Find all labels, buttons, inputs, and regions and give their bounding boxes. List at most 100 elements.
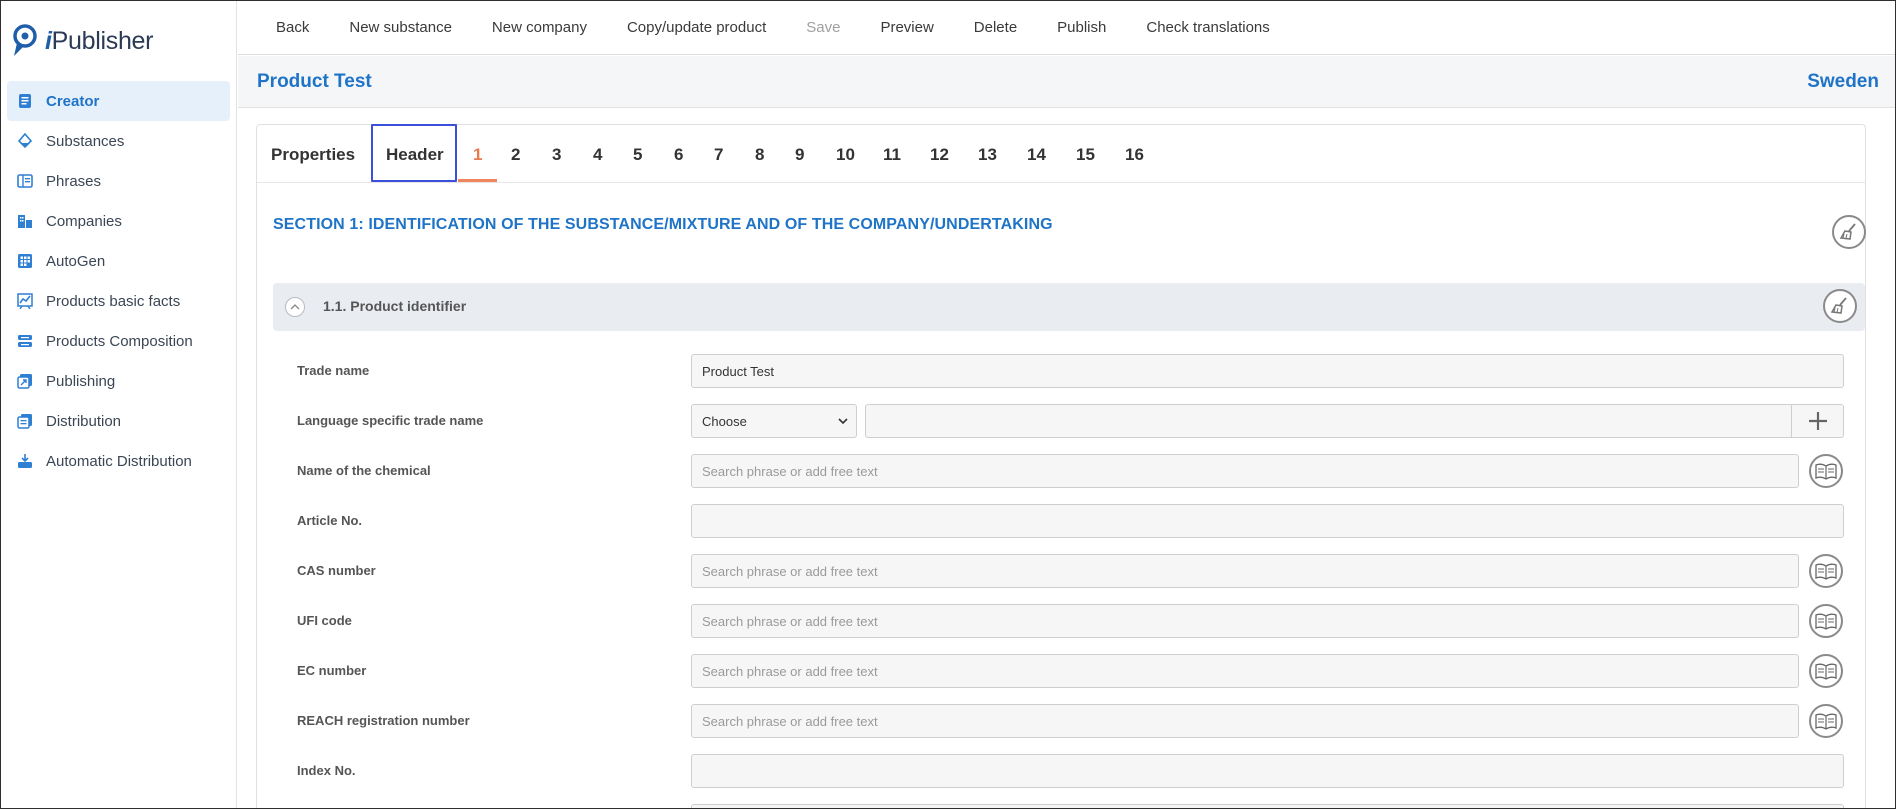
phrase-search-button[interactable] (1809, 704, 1843, 738)
ec-number-label: EC number (297, 663, 367, 678)
chemical-name-label: Name of the chemical (297, 463, 431, 478)
chemical-name-input[interactable] (691, 454, 1799, 488)
publishing-icon (17, 373, 33, 389)
language-select[interactable]: Choose (691, 404, 857, 438)
add-language-button[interactable] (1791, 405, 1843, 437)
companies-icon (17, 213, 33, 229)
subsection-header: 1.1. Product identifier (273, 283, 1865, 331)
sidebar-item-automatic-distribution[interactable]: Automatic Distribution (7, 441, 230, 481)
tab-section-3[interactable]: 3 (552, 145, 561, 165)
tab-section-9[interactable]: 9 (795, 145, 804, 165)
sidebar: iPublisher Creator Substances Phrases Co… (1, 1, 237, 808)
tab-section-13[interactable]: 13 (978, 145, 997, 165)
language-trade-name-row: Language specific trade name Choose (297, 404, 1865, 438)
ufi-code-row: UFI code (297, 604, 1865, 638)
phrase-book-icon (1815, 663, 1837, 680)
back-button[interactable]: Back (276, 19, 309, 36)
broom-icon (1830, 297, 1847, 314)
active-tab-indicator (458, 179, 497, 182)
sidebar-item-label: Substances (46, 132, 125, 150)
phrase-search-button[interactable] (1809, 454, 1843, 488)
article-no-row: Article No. (297, 504, 1865, 538)
sidebar-item-label: Automatic Distribution (46, 452, 192, 470)
tab-section-12[interactable]: 12 (930, 145, 949, 165)
tab-section-6[interactable]: 6 (674, 145, 683, 165)
preview-button[interactable]: Preview (880, 19, 933, 36)
sidebar-item-autogen[interactable]: AutoGen (7, 241, 230, 281)
clear-subsection-button[interactable] (1823, 289, 1857, 323)
save-button[interactable]: Save (806, 19, 840, 36)
phrase-search-button[interactable] (1809, 554, 1843, 588)
logo-icon (13, 24, 37, 56)
ec-number-row: EC number (297, 654, 1865, 688)
trade-name-label: Trade name (297, 363, 370, 378)
sidebar-item-phrases[interactable]: Phrases (7, 161, 230, 201)
new-substance-button[interactable]: New substance (349, 19, 452, 36)
broom-icon (1839, 223, 1856, 240)
sidebar-item-creator[interactable]: Creator (7, 81, 230, 121)
sidebar-item-publishing[interactable]: Publishing (7, 361, 230, 401)
sidebar-item-products-basic-facts[interactable]: Products basic facts (7, 281, 230, 321)
tab-section-1[interactable]: 1 (473, 145, 482, 165)
sidebar-item-substances[interactable]: Substances (7, 121, 230, 161)
clear-section-button[interactable] (1832, 215, 1866, 249)
plus-icon (1808, 412, 1827, 430)
tab-section-2[interactable]: 2 (511, 145, 520, 165)
new-company-button[interactable]: New company (492, 19, 587, 36)
chevron-up-icon (290, 304, 300, 310)
autogen-icon (17, 253, 33, 269)
index-no-row: Index No. (297, 754, 1865, 788)
tab-properties[interactable]: Properties (271, 145, 355, 165)
trade-name-row: Trade name (297, 354, 1865, 388)
next-field[interactable] (691, 804, 1844, 808)
sidebar-item-distribution[interactable]: Distribution (7, 401, 230, 441)
tab-section-4[interactable]: 4 (593, 145, 602, 165)
cas-number-input[interactable] (691, 554, 1799, 588)
check-translations-button[interactable]: Check translations (1146, 19, 1269, 36)
sidebar-item-companies[interactable]: Companies (7, 201, 230, 241)
copy-update-product-button[interactable]: Copy/update product (627, 19, 766, 36)
sidebar-item-label: AutoGen (46, 252, 106, 270)
index-no-label: Index No. (297, 763, 356, 778)
index-no-field[interactable] (691, 754, 1844, 788)
header-tab-highlight (371, 124, 457, 182)
app-window: iPublisher Creator Substances Phrases Co… (0, 0, 1896, 809)
language-trade-name-label: Language specific trade name (297, 413, 484, 428)
reach-number-input[interactable] (691, 704, 1799, 738)
language-trade-name-field[interactable] (865, 404, 1844, 438)
section-title: SECTION 1: IDENTIFICATION OF THE SUBSTAN… (273, 216, 1053, 233)
ec-number-input[interactable] (691, 654, 1799, 688)
chart-icon (17, 293, 33, 309)
sidebar-item-label: Publishing (46, 372, 116, 390)
phrase-search-button[interactable] (1809, 604, 1843, 638)
tab-section-16[interactable]: 16 (1125, 145, 1144, 165)
phrase-book-icon (1815, 563, 1837, 580)
tab-section-8[interactable]: 8 (755, 145, 764, 165)
editor-panel: Properties Header 1 2 3 4 5 6 7 8 9 10 1… (256, 124, 1866, 808)
delete-button[interactable]: Delete (974, 19, 1017, 36)
phrase-search-button[interactable] (1809, 654, 1843, 688)
chemical-name-row: Name of the chemical (297, 454, 1865, 488)
tab-section-5[interactable]: 5 (633, 145, 642, 165)
publish-button[interactable]: Publish (1057, 19, 1106, 36)
tab-section-15[interactable]: 15 (1076, 145, 1095, 165)
title-bar: Product Test Sweden (238, 56, 1895, 108)
cas-number-label: CAS number (297, 563, 376, 578)
tab-section-7[interactable]: 7 (714, 145, 723, 165)
trade-name-field[interactable] (691, 354, 1844, 388)
ufi-code-input[interactable] (691, 604, 1799, 638)
tab-section-14[interactable]: 14 (1027, 145, 1046, 165)
phrase-book-icon (1815, 463, 1837, 480)
country-label: Sweden (1807, 71, 1879, 92)
tab-section-11[interactable]: 11 (883, 145, 901, 165)
ufi-code-label: UFI code (297, 613, 352, 628)
collapse-button[interactable] (285, 297, 305, 317)
language-select-value: Choose (702, 413, 747, 429)
sidebar-item-products-composition[interactable]: Products Composition (7, 321, 230, 361)
article-no-field[interactable] (691, 504, 1844, 538)
tab-section-10[interactable]: 10 (836, 145, 855, 165)
next-field-row (297, 804, 1865, 808)
article-no-label: Article No. (297, 513, 363, 528)
auto-distribution-icon (17, 453, 33, 469)
app-logo: iPublisher (11, 23, 153, 59)
